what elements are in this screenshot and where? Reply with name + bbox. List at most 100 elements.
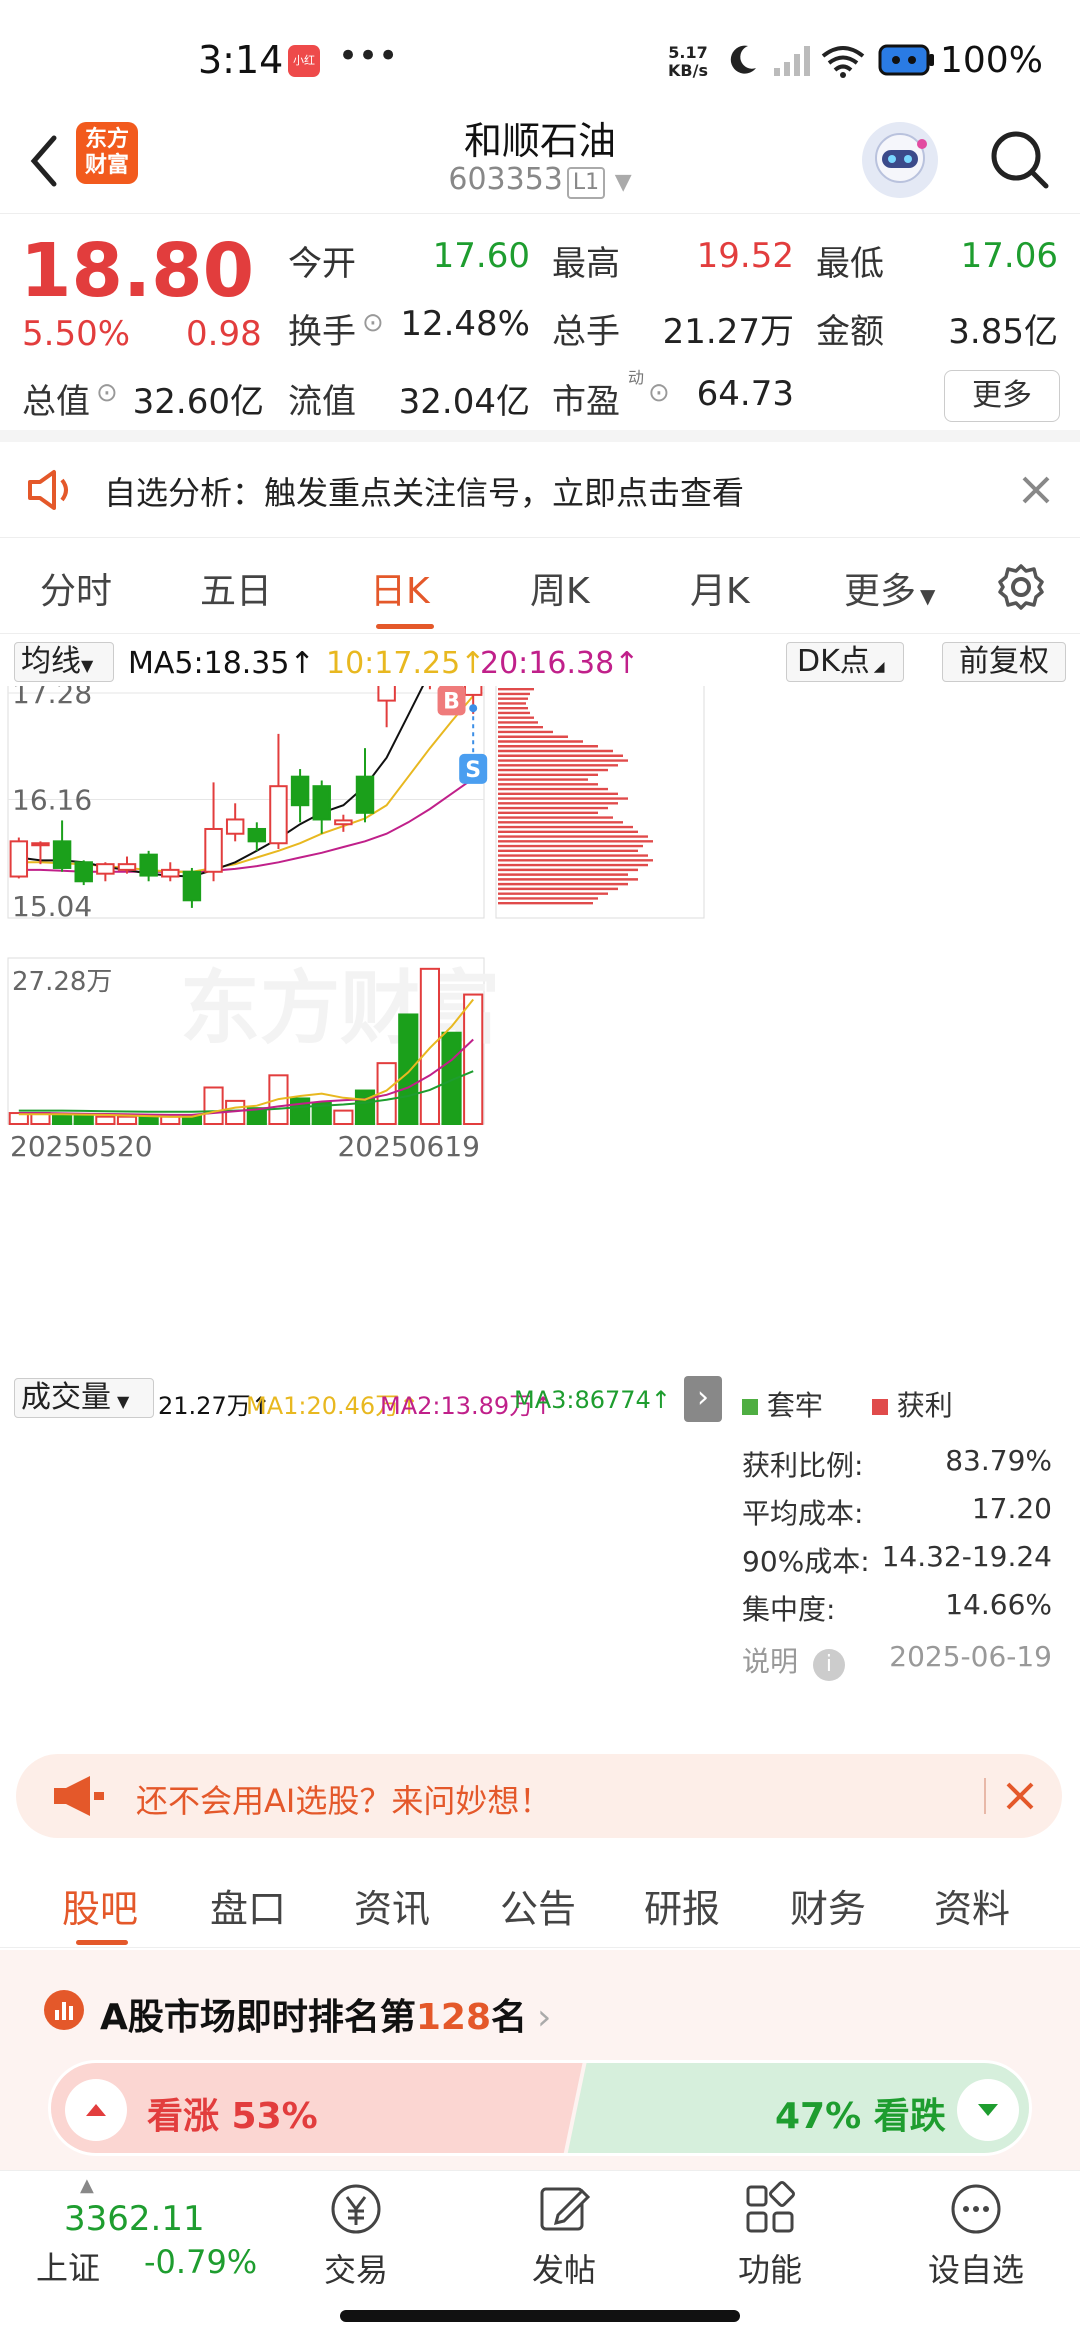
tab-daily-k[interactable]: 日K: [370, 562, 430, 614]
ma-type-select[interactable]: 均线▼: [14, 642, 114, 682]
tab-guba[interactable]: 股吧: [62, 1878, 138, 1933]
watchlist-alert-banner[interactable]: 自选分析：触发重点关注信号，立即点击查看: [0, 442, 1080, 538]
vol-ma3-value: MA3:86774↑: [514, 1386, 671, 1414]
notification-app-icon: 小红书: [288, 45, 320, 99]
index-change: -0.79%: [144, 2243, 258, 2281]
status-time: 3:14: [198, 38, 284, 82]
volume-bar: [52, 1113, 73, 1125]
quote-level-badge: L1: [566, 167, 606, 199]
mktcap-info-icon[interactable]: ⊙: [96, 378, 118, 408]
high-value: 19.52: [696, 236, 794, 276]
net-speed: 5.17 KB/s: [668, 44, 708, 80]
net-speed-value: 5.17: [668, 43, 708, 62]
tab-intraday[interactable]: 分时: [40, 562, 112, 614]
nav-add-watchlist[interactable]: 设自选: [906, 2181, 1046, 2291]
triangle-down-icon: [978, 2104, 998, 2116]
chip-stat-label: 90%成本:: [742, 1545, 870, 1578]
vote-down-button[interactable]: [957, 2079, 1019, 2141]
chip-stat-row: 集中度: 14.66%: [742, 1588, 1052, 1636]
bearish-label: 47% 看跌: [775, 2096, 946, 2137]
nav-add-watchlist-label: 设自选: [927, 2251, 1024, 2289]
candle-body: [161, 868, 180, 878]
ai-promo-banner[interactable]: 还不会用AI选股？来问妙想！: [16, 1754, 1062, 1838]
ma-lines: [18, 686, 474, 878]
tab-order-book[interactable]: 盘口: [210, 1878, 286, 1933]
tab-finance[interactable]: 财务: [790, 1878, 866, 1933]
price-tick-label: 15.04: [12, 890, 92, 923]
sell-marker-text: S: [465, 758, 481, 783]
vote-up-button[interactable]: [65, 2079, 127, 2141]
candle-body: [377, 686, 396, 702]
dk-point-select[interactable]: DK点 ◢: [786, 642, 904, 682]
chip-stat-value: 14.66%: [945, 1588, 1052, 1621]
volume-bar: [398, 1013, 419, 1125]
index-ticker[interactable]: ▲ 3362.11 上证 -0.79%: [20, 2175, 257, 2287]
close-icon[interactable]: [1018, 472, 1054, 508]
candle-body: [96, 863, 115, 875]
bar-chart-icon: [55, 2002, 73, 2020]
pe-value: 64.73: [696, 374, 794, 414]
mktcap-value: 32.60亿: [132, 382, 264, 422]
active-tab-underline: [76, 1940, 128, 1945]
dropdown-triangle-icon: ▼: [117, 1392, 130, 1411]
pe-info-icon[interactable]: ⊙: [648, 378, 670, 408]
tab-more-label: 更多: [844, 571, 917, 612]
profit-swatch: [871, 1399, 888, 1415]
gear-icon[interactable]: [996, 562, 1046, 612]
active-tab-underline: [376, 624, 434, 629]
more-quote-button[interactable]: 更多: [944, 370, 1060, 422]
dropdown-triangle-icon: ▼: [614, 170, 632, 195]
ma20-value: 20:16.38↑: [480, 646, 640, 681]
adjust-price-select[interactable]: 前复权: [942, 642, 1066, 682]
tab-research[interactable]: 研报: [644, 1878, 720, 1933]
ma-type-label: 均线: [21, 644, 81, 679]
chevron-right-icon: ›: [697, 1380, 709, 1415]
candle-body: [117, 863, 137, 871]
moon-icon: [730, 45, 756, 74]
market-rank-link[interactable]: A股市场即时排名第128名 ›: [100, 1988, 551, 2040]
chip-stat-row: 平均成本: 17.20: [742, 1492, 1052, 1540]
promo-text: 还不会用AI选股？来问妙想！: [136, 1782, 552, 1820]
chip-stat-row: 获利比例: 83.79%: [742, 1444, 1052, 1492]
nav-post[interactable]: 发帖: [494, 2181, 634, 2291]
nav-functions-label: 功能: [737, 2251, 802, 2289]
ai-assistant-avatar[interactable]: [862, 122, 938, 198]
nav-trade[interactable]: 交易: [286, 2181, 426, 2291]
tab-announcements[interactable]: 公告: [500, 1878, 576, 1933]
expand-panel-button[interactable]: ›: [684, 1376, 722, 1422]
more-notifications-icon: •••: [338, 36, 399, 76]
tab-monthly-k[interactable]: 月K: [690, 562, 750, 614]
tab-weekly-k[interactable]: 周K: [530, 562, 590, 614]
volume-bar: [463, 993, 484, 1125]
quote-panel: 18.80 5.50% 0.98 今开 17.60 最高 19.52 最低 17…: [0, 214, 1080, 442]
low-value: 17.06: [960, 236, 1058, 276]
volume-type-select[interactable]: 成交量 ▼: [14, 1378, 154, 1418]
turnover-info-icon[interactable]: ⊙: [362, 308, 384, 338]
open-value: 17.60: [432, 236, 530, 276]
triangle-up-icon: [86, 2104, 106, 2116]
candle-body: [182, 870, 202, 902]
tab-profile[interactable]: 资料: [934, 1878, 1010, 1933]
price-tick-label: 16.16: [12, 784, 92, 817]
tab-news[interactable]: 资讯: [354, 1878, 430, 1933]
volume-bar: [203, 1086, 224, 1126]
volume-bar: [116, 1115, 138, 1125]
battery-percent: 100%: [940, 40, 1043, 81]
volume-indicator-row: 成交量 ▼ 21.27万↑ MA1:20.46万↑ MA2:13.89万↑ MA3…: [0, 1376, 730, 1422]
dk-point-label: DK点: [797, 644, 870, 679]
stock-code: 603353: [448, 162, 563, 197]
date-label-end: 20250619: [337, 1130, 480, 1163]
tab-more[interactable]: 更多 ▼: [844, 562, 935, 614]
turnover-label: 换手: [288, 312, 356, 352]
rank-number: 128: [415, 1997, 492, 2038]
date-label-start: 20250520: [10, 1130, 153, 1163]
close-icon[interactable]: [1002, 1778, 1038, 1814]
volume-bar: [160, 1115, 181, 1125]
chip-note-row[interactable]: 说明 i 2025-06-19: [742, 1640, 1052, 1688]
nav-functions[interactable]: 功能: [700, 2181, 840, 2291]
candle-body: [247, 827, 267, 843]
search-icon[interactable]: [984, 124, 1054, 194]
pe-label: 市盈: [552, 382, 620, 422]
tab-five-day[interactable]: 五日: [200, 562, 272, 614]
corner-triangle-icon: ◢: [873, 659, 885, 675]
